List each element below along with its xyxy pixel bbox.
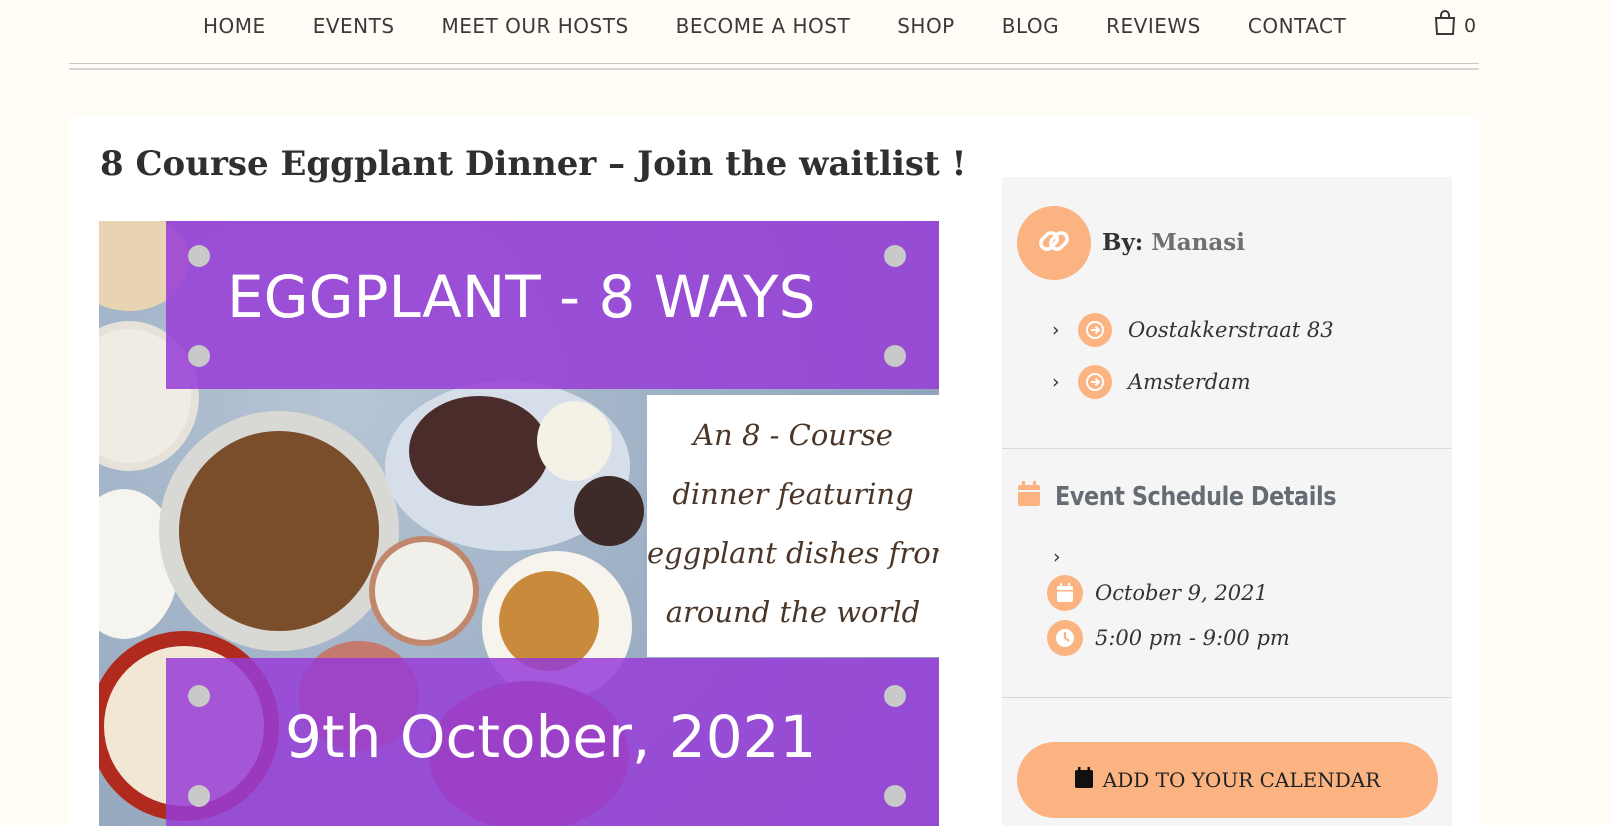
poster-script-line-3: eggplant dishes from — [647, 536, 939, 570]
nav-item-meet-our-hosts[interactable]: MEET OUR HOSTS — [442, 14, 629, 38]
add-to-calendar-label: ADD TO YOUR CALENDAR — [1102, 768, 1381, 792]
host-name-link[interactable]: Manasi — [1151, 229, 1245, 256]
event-date: October 9, 2021 — [1095, 581, 1268, 605]
add-to-calendar-button[interactable]: ADD TO YOUR CALENDAR — [1017, 742, 1438, 818]
poster-script-line-1: An 8 - Course — [693, 418, 893, 452]
arrow-right-circle-icon — [1078, 365, 1112, 399]
nav-item-shop[interactable]: SHOP — [897, 14, 955, 38]
schedule-date-row: October 9, 2021 — [1047, 575, 1268, 611]
chevron-right-icon: › — [1052, 371, 1060, 393]
schedule-title: Event Schedule Details — [1055, 481, 1337, 512]
poster-script-line-4: around the world — [665, 595, 921, 629]
nav-item-blog[interactable]: BLOG — [1002, 14, 1059, 38]
nav-divider-secondary — [69, 68, 1479, 70]
host-avatar[interactable] — [1017, 206, 1091, 280]
event-time: 5:00 pm - 9:00 pm — [1095, 626, 1290, 650]
nav-item-reviews[interactable]: REVIEWS — [1106, 14, 1201, 38]
schedule-heading: Event Schedule Details — [1017, 481, 1382, 512]
location-city: Amsterdam — [1128, 370, 1251, 394]
chevron-right-icon: › — [1053, 546, 1061, 568]
clock-icon — [1047, 620, 1083, 656]
cart-button[interactable]: 0 — [1434, 10, 1476, 41]
calendar-icon — [1017, 481, 1041, 512]
event-title: 8 Course Eggplant Dinner – Join the wait… — [100, 144, 967, 184]
shopping-bag-icon — [1434, 10, 1456, 41]
nav-item-become-a-host[interactable]: BECOME A HOST — [676, 14, 851, 38]
schedule-time-row: 5:00 pm - 9:00 pm — [1047, 620, 1290, 656]
calendar-icon — [1074, 767, 1093, 793]
nav-item-events[interactable]: EVENTS — [313, 14, 395, 38]
location-row-street: › Oostakkerstraat 83 — [1052, 313, 1334, 347]
location-street: Oostakkerstraat 83 — [1128, 318, 1334, 342]
location-row-city: › Amsterdam — [1052, 365, 1251, 399]
event-poster: EGGPLANT - 8 WAYS 9th October, 2021 An 8… — [99, 221, 939, 826]
nav-divider — [69, 63, 1479, 64]
link-icon — [1036, 223, 1072, 264]
nav-item-contact[interactable]: CONTACT — [1248, 14, 1346, 38]
arrow-right-circle-icon — [1078, 313, 1112, 347]
nav-item-home[interactable]: HOME — [203, 14, 266, 38]
by-label: By: — [1102, 229, 1144, 256]
sidebar-divider — [1002, 697, 1452, 698]
host-byline: By: Manasi — [1102, 229, 1245, 256]
calendar-icon — [1047, 575, 1083, 611]
poster-headline: EGGPLANT - 8 WAYS — [227, 263, 816, 331]
poster-date: 9th October, 2021 — [285, 703, 817, 771]
poster-script-line-2: dinner featuring — [672, 477, 914, 511]
cart-count: 0 — [1464, 14, 1477, 37]
nav-menu: HOME EVENTS MEET OUR HOSTS BECOME A HOST… — [203, 14, 1393, 38]
top-navigation: HOME EVENTS MEET OUR HOSTS BECOME A HOST… — [0, 0, 1612, 56]
chevron-right-icon: › — [1052, 319, 1060, 341]
sidebar-divider — [1002, 448, 1452, 449]
